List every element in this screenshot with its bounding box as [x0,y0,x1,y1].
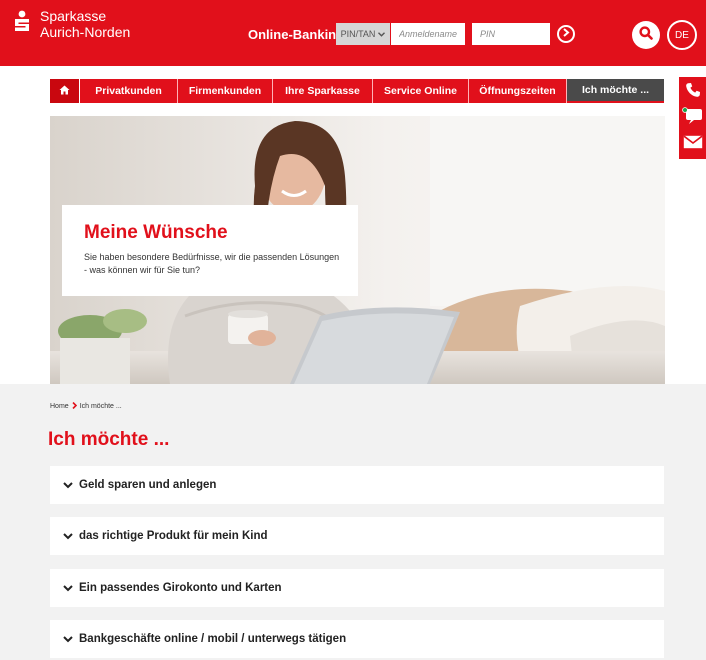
sparkasse-logo[interactable]: Sparkasse Aurich-Norden [12,8,130,40]
chevron-down-icon [63,635,75,643]
brand-name: Sparkasse [40,8,107,24]
top-header-bar: Sparkasse Aurich-Norden Online-Banking P… [0,0,706,66]
arrow-right-circle-icon [562,28,570,40]
page-title: Ich möchte ... [48,429,170,450]
chevron-down-icon [63,532,75,540]
breadcrumb-current: Ich möchte ... [79,403,122,410]
hero-title: Meine Wünsche [84,222,228,243]
accordion-item-geld-sparen[interactable]: Geld sparen und anlegen [50,466,664,504]
hero-text: Sie haben besondere Bedürfnisse, wir die… [84,252,340,275]
pin-input[interactable] [472,23,550,45]
chevron-down-icon [63,481,75,489]
nav-item-privatkunden[interactable]: Privatkunden [80,79,178,103]
nav-item-service-online[interactable]: Service Online [373,79,469,103]
phone-icon[interactable] [685,82,701,103]
auth-method-value: PIN/TAN [340,29,376,39]
accordion-item-bankgeschaefte-online[interactable]: Bankgeschäfte online / mobil / unterwegs… [50,620,664,658]
sparkasse-logo-icon [12,10,34,32]
accordion-label: Ein passendes Girokonto und Karten [79,582,282,594]
online-banking-label: Online-Banking [248,27,345,42]
auth-method-select[interactable]: PIN/TAN [336,23,390,45]
accordion-item-girokonto-karten[interactable]: Ein passendes Girokonto und Karten [50,569,664,607]
accordion-label: Bankgeschäfte online / mobil / unterwegs… [79,633,347,645]
nav-item-ihre-sparkasse[interactable]: Ihre Sparkasse [273,79,373,103]
username-input[interactable] [391,23,465,45]
breadcrumb-home-link[interactable]: Home [50,403,69,410]
search-button[interactable] [632,21,660,49]
contact-rail [679,77,706,159]
accordion-label: Geld sparen und anlegen [79,479,217,491]
chevron-down-icon [63,584,75,592]
nav-item-oeffnungszeiten[interactable]: Öffnungszeiten [469,79,567,103]
mail-icon[interactable] [683,135,703,154]
chat-icon[interactable] [681,107,704,130]
language-button[interactable]: DE [667,20,697,50]
language-label: DE [675,29,689,41]
chevron-down-icon [378,30,386,39]
nav-home-button[interactable] [50,79,80,103]
hero-banner: Meine Wünsche Sie haben besondere Bedürf… [50,116,665,384]
main-navigation: Privatkunden Firmenkunden Ihre Sparkasse… [50,79,664,103]
home-icon [59,82,70,100]
brand-region: Aurich-Norden [40,24,131,40]
search-icon [639,25,653,45]
accordion-label: das richtige Produkt für mein Kind [79,530,268,542]
login-submit-button[interactable] [557,25,575,43]
accordion-item-produkt-kind[interactable]: das richtige Produkt für mein Kind [50,517,664,555]
chevron-right-icon [72,401,77,411]
hero-teaser-card: Meine Wünsche Sie haben besondere Bedürf… [62,205,358,296]
breadcrumb: Home Ich möchte ... [50,401,122,411]
nav-item-firmenkunden[interactable]: Firmenkunden [178,79,273,103]
nav-item-ich-moechte[interactable]: Ich möchte ... [567,79,664,103]
